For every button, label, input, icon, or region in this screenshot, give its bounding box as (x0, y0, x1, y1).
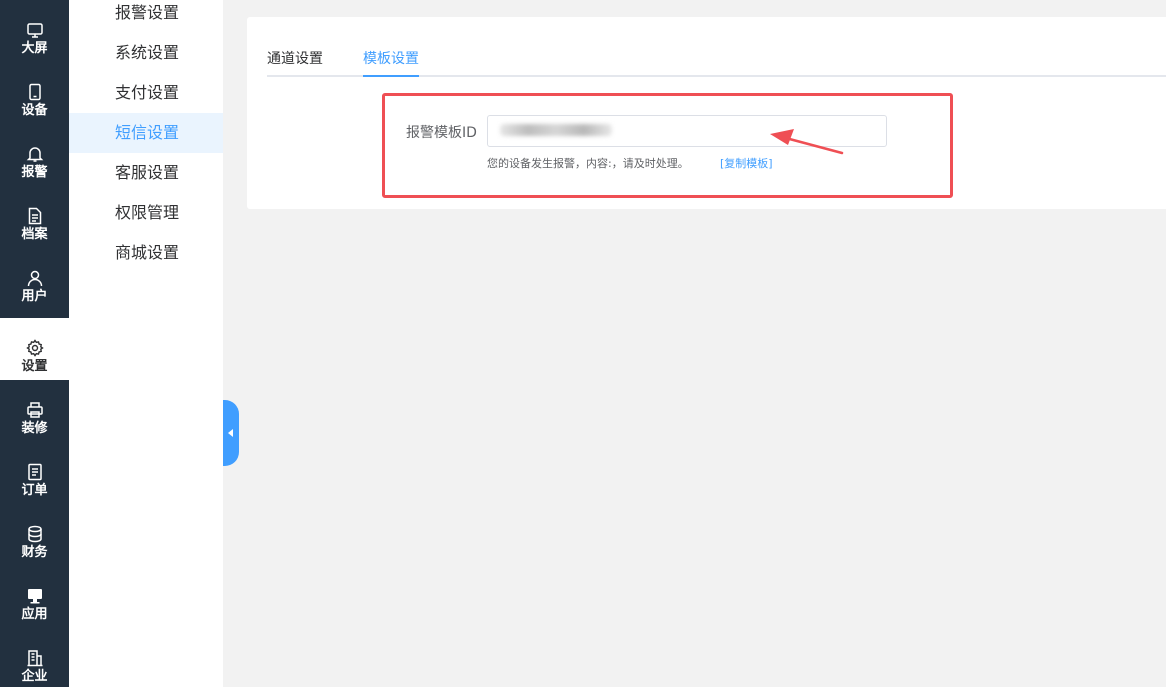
database-icon (27, 525, 42, 543)
template-hint-text: 您的设备发生报警，内容:，请及时处理。 (487, 157, 689, 170)
desktop-icon (27, 589, 42, 604)
redacted-value (500, 124, 612, 136)
printer-icon (26, 402, 43, 418)
nav-item-devices[interactable]: 设备 (0, 62, 69, 124)
nav-label: 报警 (21, 165, 48, 180)
main-nav: 大屏 设备 报警 档案 用户 设置 装修 订单 财务 应用 企业 (0, 0, 69, 687)
nav-item-alarms[interactable]: 报警 (0, 124, 69, 186)
nav-item-users[interactable]: 用户 (0, 248, 69, 310)
sidebar-collapse-toggle[interactable] (223, 400, 239, 466)
monitor-icon (26, 23, 43, 38)
submenu-item-system-settings[interactable]: 系统设置 (69, 33, 223, 73)
tab-template-settings[interactable]: 模板设置 (363, 48, 419, 77)
nav-label: 用户 (21, 289, 48, 304)
tab-bar: 通道设置 模板设置 (267, 39, 1166, 77)
nav-item-settings[interactable]: 设置 (0, 318, 69, 380)
submenu-item-alarm-settings[interactable]: 报警设置 (69, 0, 223, 33)
submenu-item-permission-management[interactable]: 权限管理 (69, 193, 223, 233)
tab-channel-settings[interactable]: 通道设置 (267, 48, 323, 77)
submenu-item-sms-settings[interactable]: 短信设置 (69, 113, 223, 153)
nav-item-finance[interactable]: 财务 (0, 504, 69, 566)
nav-item-dashboard[interactable]: 大屏 (0, 0, 69, 62)
settings-submenu: 报警设置 系统设置 支付设置 短信设置 客服设置 权限管理 商城设置 (69, 0, 223, 687)
phone-icon (28, 83, 41, 101)
nav-label: 设备 (21, 103, 48, 118)
nav-item-orders[interactable]: 订单 (0, 442, 69, 504)
nav-label: 设置 (21, 359, 48, 374)
nav-label: 订单 (21, 483, 48, 498)
nav-item-archives[interactable]: 档案 (0, 186, 69, 248)
submenu-item-mall-settings[interactable]: 商城设置 (69, 233, 223, 273)
nav-item-apps[interactable]: 应用 (0, 566, 69, 628)
bell-icon (26, 147, 43, 162)
document-icon (28, 207, 41, 225)
annotation-arrow-icon (770, 129, 844, 155)
template-id-label: 报警模板ID (406, 125, 477, 141)
submenu-item-service-settings[interactable]: 客服设置 (69, 153, 223, 193)
gear-icon (25, 339, 44, 357)
nav-label: 应用 (21, 607, 48, 622)
nav-label: 财务 (21, 545, 48, 560)
order-list-icon (27, 463, 42, 481)
nav-label: 档案 (21, 227, 48, 242)
nav-label: 大屏 (21, 41, 48, 56)
nav-item-enterprise[interactable]: 企业 (0, 628, 69, 687)
user-icon (27, 270, 42, 287)
nav-label: 装修 (21, 421, 48, 436)
nav-item-decoration[interactable]: 装修 (0, 380, 69, 442)
nav-label: 企业 (21, 669, 48, 684)
caret-left-icon (227, 429, 233, 437)
building-icon (27, 650, 42, 667)
submenu-item-payment-settings[interactable]: 支付设置 (69, 73, 223, 113)
